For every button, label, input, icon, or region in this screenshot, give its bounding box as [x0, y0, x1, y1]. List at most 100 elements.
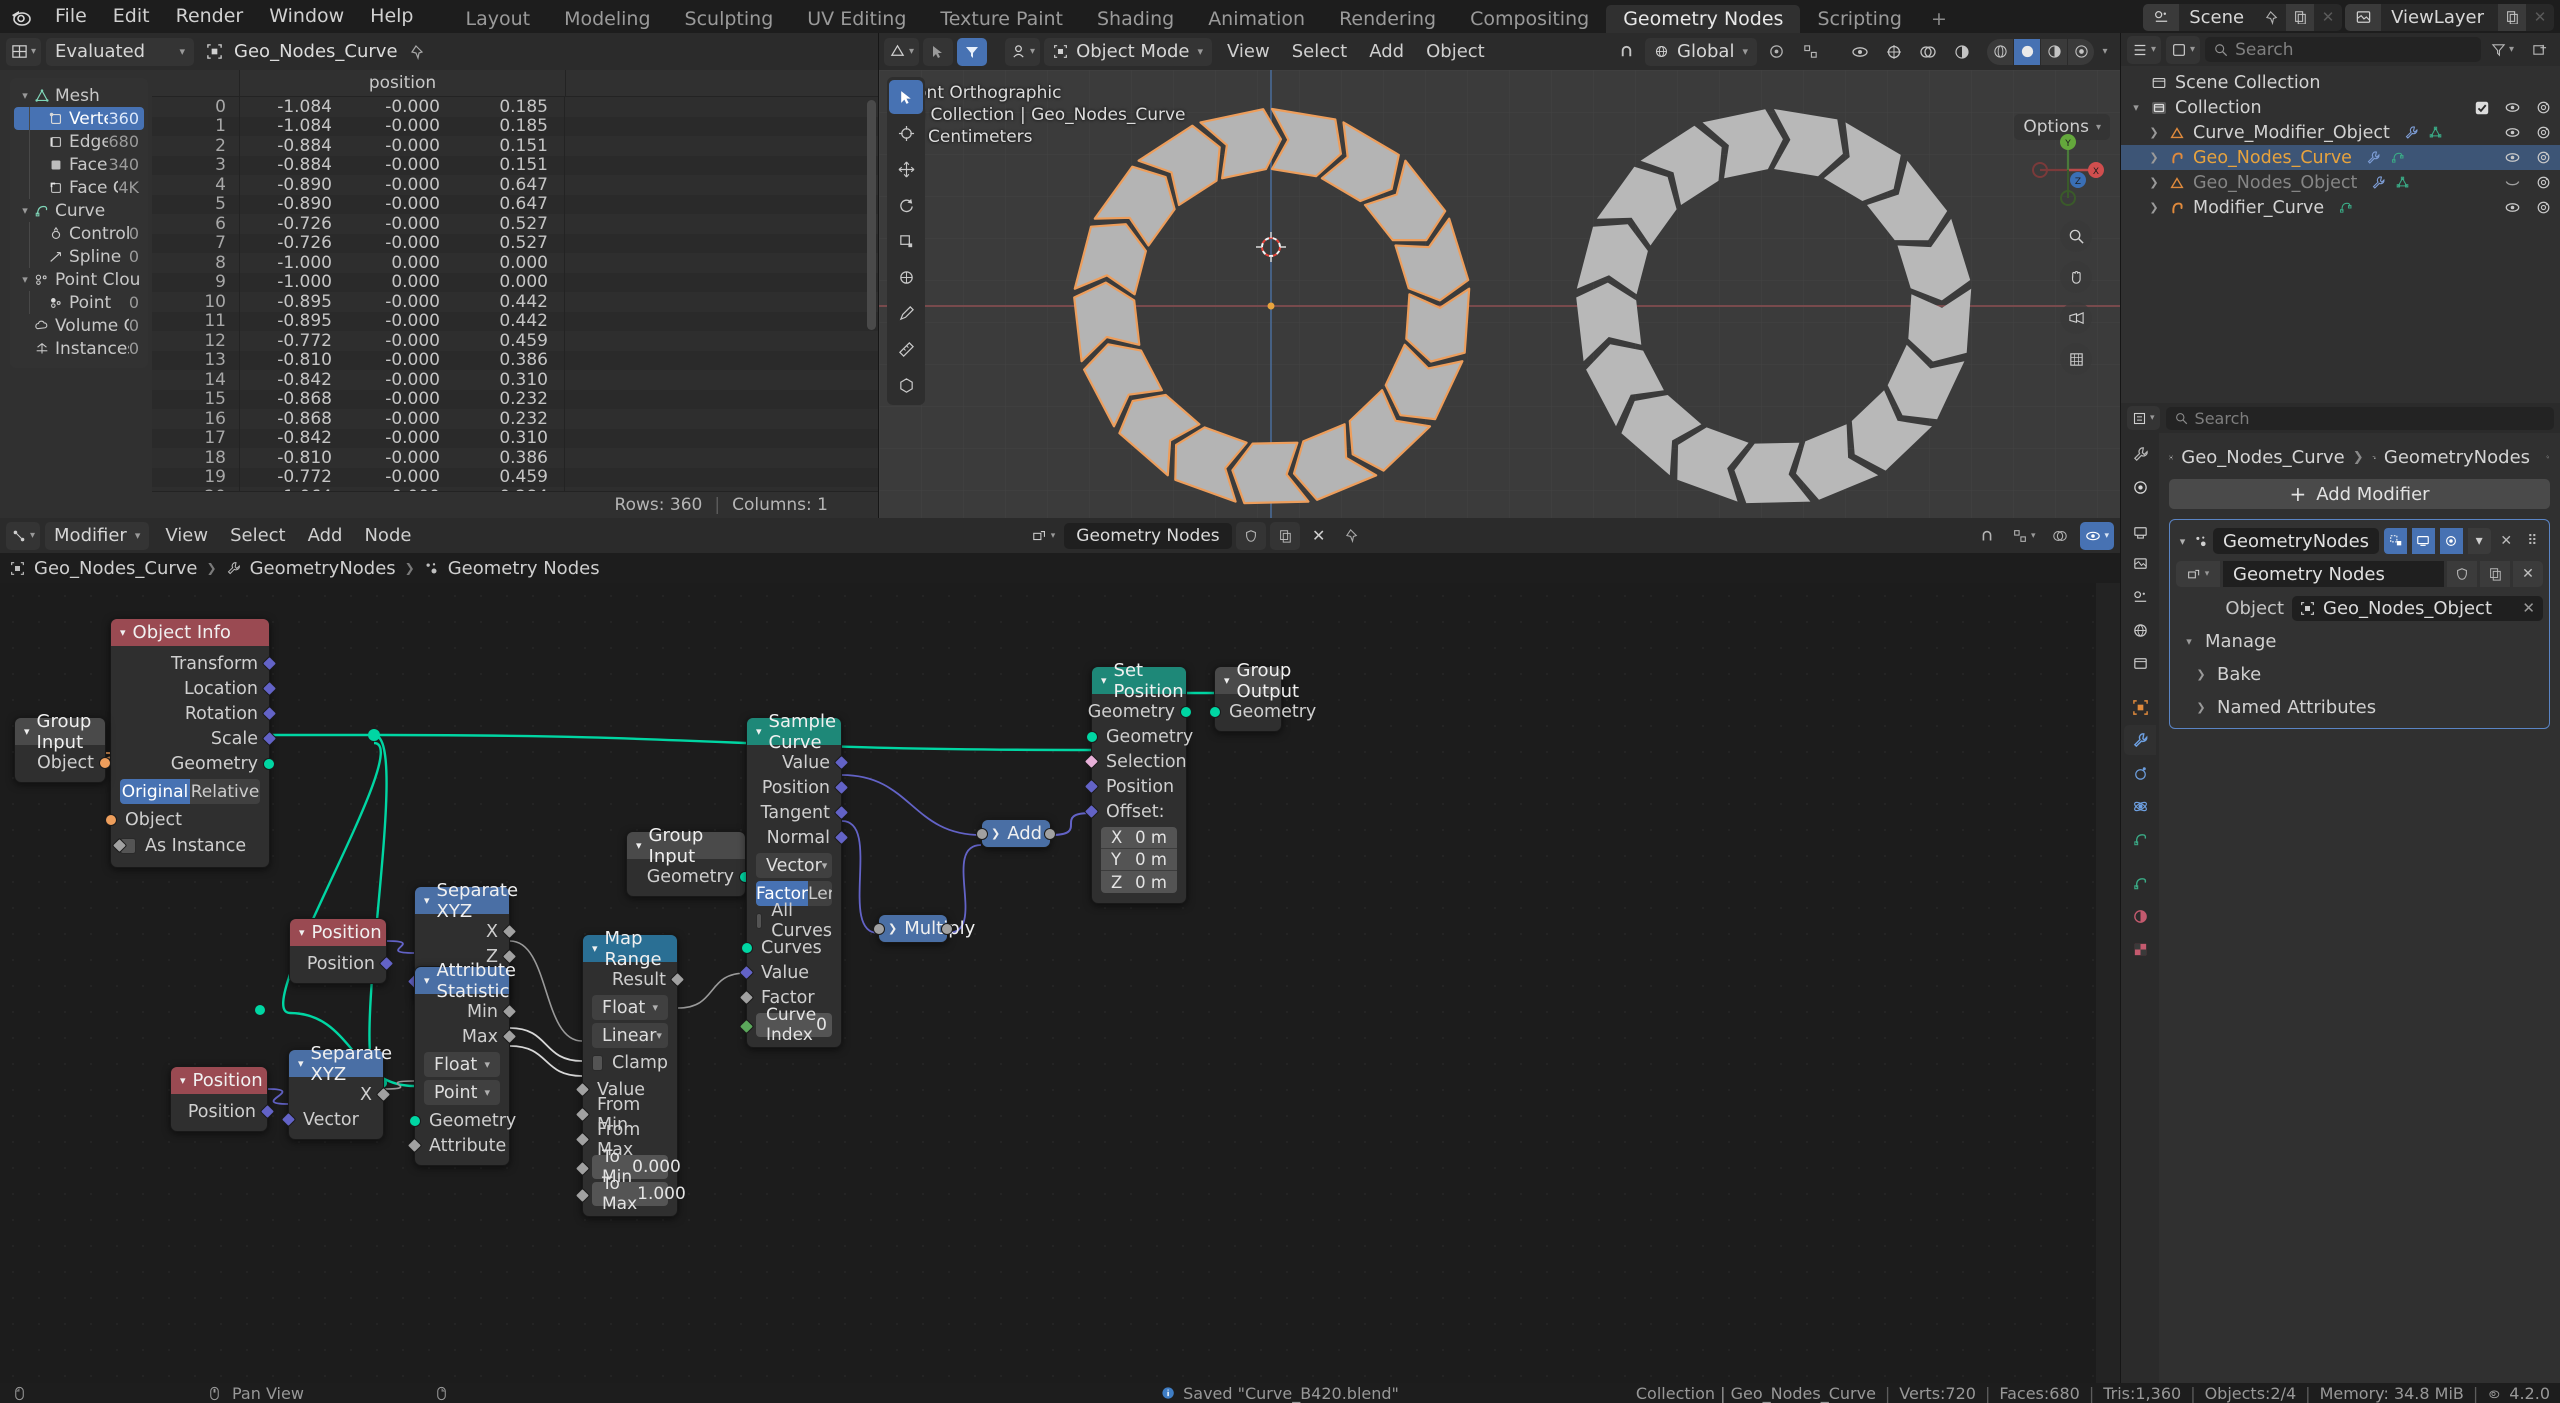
workspace-tab-modeling[interactable]: Modeling — [547, 5, 667, 33]
browse-node-group-button[interactable]: ▾ — [2176, 561, 2220, 587]
chevron-down-icon[interactable]: ▾ — [1101, 674, 1107, 687]
checkbox[interactable] — [756, 913, 763, 929]
chevron-down-icon[interactable]: ▾ — [299, 926, 305, 939]
socket-position[interactable] — [259, 1103, 276, 1120]
modifier-name-field[interactable]: GeometryNodes — [2212, 528, 2380, 554]
wrench-icon[interactable] — [2404, 125, 2419, 140]
outliner-editor-type-selector[interactable]: ▾ — [2127, 35, 2162, 64]
twirl-icon[interactable]: ▾ — [18, 273, 32, 286]
transform-orientation-dropdown[interactable]: Global ▾ — [1645, 37, 1757, 66]
new-viewlayer-button[interactable] — [2498, 3, 2526, 31]
node-checkbox-row[interactable]: All Curves — [756, 901, 832, 941]
checkbox[interactable] — [592, 1055, 604, 1071]
node-header[interactable]: ▾ Position — [290, 919, 386, 946]
geometry-nodes-curve-object[interactable] — [1057, 92, 1487, 518]
delete-modifier-button[interactable]: ✕ — [2496, 528, 2517, 554]
toggle-option-original[interactable]: Original — [120, 779, 190, 804]
viewport-menu-object[interactable]: Object — [1415, 38, 1496, 66]
pin-icon[interactable] — [403, 38, 433, 66]
geo-nodes-object[interactable] — [1559, 92, 1989, 518]
hide-in-viewport-icon[interactable] — [2504, 199, 2521, 216]
vector-axis-y[interactable]: Y 0 m — [1101, 849, 1177, 871]
gizmo-icon[interactable] — [1879, 38, 1909, 66]
socket-normal[interactable] — [833, 829, 850, 846]
socket-selection[interactable] — [1083, 753, 1100, 770]
node-header[interactable]: ▾ Position — [171, 1067, 267, 1094]
node-path-modifier[interactable]: GeometryNodes — [250, 558, 396, 579]
socket-to-max[interactable] — [574, 1187, 591, 1204]
node-map-range[interactable]: ▾ Map Range Result Float ▾ Linear ▾ Clamp Value F… — [574, 928, 686, 1217]
properties-tab-scene[interactable] — [2124, 582, 2156, 612]
outliner-item-curve_modifier_object[interactable]: ❯ Curve_Modifier_Object — [2121, 120, 2560, 145]
socket-from-min[interactable] — [574, 1106, 591, 1123]
node-group-name-field[interactable]: Geometry Nodes — [2223, 561, 2444, 587]
node-header[interactable]: ▾ Group Input — [627, 825, 745, 867]
socket-curve-index[interactable] — [738, 1018, 755, 1035]
node-position[interactable]: ▾ Position Position — [289, 918, 395, 984]
vector-input-group[interactable]: X 0 m Y 0 m Z 0 m — [1101, 827, 1177, 893]
node-path-object[interactable]: Geo_Nodes_Curve — [34, 558, 198, 579]
drag-handle-icon[interactable]: ⠿ — [2522, 528, 2543, 554]
disable-in-renders-icon[interactable] — [2535, 149, 2552, 166]
socket-max[interactable] — [501, 1028, 518, 1045]
node-dropdown[interactable]: Vector ▾ — [756, 853, 832, 878]
camera-view-icon[interactable] — [2060, 302, 2092, 334]
node-header[interactable]: ▾ Sample Curve — [747, 711, 841, 753]
properties-tab-viewlayer[interactable] — [2124, 549, 2156, 579]
vector-axis-z[interactable]: Z 0 m — [1101, 871, 1177, 893]
spreadsheet-row[interactable]: 15 -0.868 -0.000 0.232 — [152, 389, 878, 410]
spreadsheet-row[interactable]: 13 -0.810 -0.000 0.386 — [152, 350, 878, 371]
blender-logo-icon[interactable] — [8, 4, 34, 30]
outliner-new-collection-icon[interactable] — [2524, 36, 2554, 64]
snapping-dropdown-icon[interactable] — [1795, 38, 1825, 66]
node-dropdown[interactable]: Linear ▾ — [592, 1023, 668, 1048]
spreadsheet-row[interactable]: 12 -0.772 -0.000 0.459 — [152, 330, 878, 351]
spreadsheet-tree-item-instances[interactable]: Instances 0 — [14, 337, 144, 360]
properties-tab-texture[interactable] — [2124, 934, 2156, 964]
outliner-display-mode-selector[interactable]: ▾ — [2166, 35, 2201, 64]
workspace-tab-uv-editing[interactable]: UV Editing — [790, 5, 923, 33]
properties-tab-constraint[interactable] — [2124, 824, 2156, 854]
curve-data-icon[interactable] — [2338, 200, 2353, 215]
socket-geometry[interactable] — [409, 1115, 421, 1127]
wire-reroute-node[interactable] — [255, 1005, 265, 1015]
properties-tab-particles[interactable] — [2124, 758, 2156, 788]
socket-curves[interactable] — [741, 942, 753, 954]
node-object-info[interactable]: ▾ Object Info Transform Location Rotation Sca… — [105, 618, 278, 868]
node-header[interactable]: ▾ Set Position — [1092, 660, 1186, 702]
node-header[interactable]: ▾ Object Info — [111, 619, 269, 646]
edit-mode-display-toggle[interactable] — [2384, 528, 2407, 554]
material-preview-icon[interactable] — [2041, 38, 2067, 65]
chevron-down-icon[interactable]: ▾ — [180, 1074, 186, 1087]
viewport-canvas[interactable]: Front Orthographic (1) Collection | Geo_… — [879, 70, 2120, 518]
rotate-tool-icon[interactable] — [889, 188, 923, 222]
properties-tab-object[interactable] — [2124, 692, 2156, 722]
scene-selector[interactable]: Scene ✕ — [2143, 3, 2343, 31]
pan-view-icon[interactable] — [2060, 261, 2092, 293]
properties-tab-output[interactable] — [2124, 516, 2156, 546]
disable-in-renders-icon[interactable] — [2535, 124, 2552, 141]
toggle-ortho-perspective-icon[interactable] — [2060, 343, 2092, 375]
vector-axis-x[interactable]: X 0 m — [1101, 827, 1177, 849]
node-group-input[interactable]: ▾ Group Input Geometry — [626, 825, 751, 897]
chevron-down-icon[interactable]: ▾ — [120, 626, 126, 639]
spreadsheet-row[interactable]: 9 -1.000 0.000 0.000 — [152, 272, 878, 293]
socket-geometry[interactable] — [263, 758, 275, 770]
chevron-down-icon[interactable]: ▾ — [592, 942, 598, 955]
move-tool-icon[interactable] — [889, 152, 923, 186]
properties-tab-tool[interactable] — [2124, 439, 2156, 469]
rendered-shading-icon[interactable] — [2068, 38, 2094, 65]
node-menu-select[interactable]: Select — [219, 522, 297, 550]
xray-icon[interactable] — [1947, 38, 1977, 66]
dataset-mode-dropdown[interactable]: Evaluated ▾ — [46, 37, 195, 66]
chevron-down-icon[interactable]: ▾ — [636, 839, 642, 852]
socket-object[interactable] — [99, 757, 111, 769]
duplicate-node-group-icon[interactable] — [2480, 561, 2510, 587]
viewport-menu-add[interactable]: Add — [1358, 38, 1415, 66]
add-cube-tool-icon[interactable] — [889, 368, 923, 402]
chevron-right-icon[interactable]: ❯ — [2143, 176, 2165, 189]
new-scene-button[interactable] — [2286, 3, 2315, 31]
node-snap-icon[interactable] — [1972, 522, 2002, 550]
shading-mode-group[interactable]: ▾ — [1987, 38, 2115, 65]
disable-in-renders-icon[interactable] — [2535, 174, 2552, 191]
